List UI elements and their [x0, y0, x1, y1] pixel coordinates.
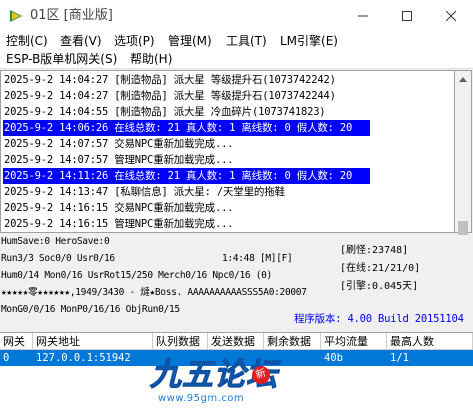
watermark-logo: 九五论坛 www.95gm.com	[150, 357, 320, 407]
menu-manage[interactable]: 管理(M)	[168, 32, 212, 50]
log-line: 2025-9-2 14:04:55 [制造物品] 派大星 冷血碎片(107374…	[4, 106, 326, 118]
app-icon	[10, 10, 22, 22]
menu-bar: 控制(C) 查看(V) 选项(P) 管理(M) 工具(T) LM引擎(E)	[0, 32, 473, 50]
menu-options[interactable]: 选项(P)	[114, 32, 155, 50]
scroll-up-arrow[interactable]	[458, 74, 468, 84]
menu-view[interactable]: 查看(V)	[60, 32, 102, 50]
column-header-sent[interactable]: 发送数据	[208, 333, 264, 350]
engine-counter: [引擎:0.045天]	[340, 281, 419, 292]
status-counts: Hum0/14 Mon0/16 UsrRot15/250 Merch0/16 N…	[1, 270, 272, 281]
status-save: HumSave:0 HeroSave:0	[1, 236, 110, 247]
status-boss-line: ★★★★★零★★★★★★,1949/3430 - 燵★Boss. AAAAAAA…	[1, 287, 307, 298]
menu-bar-secondary: ESP-B版单机网关(S) 帮助(H)	[0, 50, 473, 69]
log-line: 2025-9-2 14:16:15 管理NPC重新加载完成...	[4, 218, 234, 230]
status-monsters: MonG0/0/16 MonP0/16/16 ObjRun0/15	[1, 304, 180, 315]
menu-esp-gateway[interactable]: ESP-B版单机网关(S)	[6, 50, 117, 68]
program-version: 程序版本: 4.00 Build 20151104	[294, 313, 464, 325]
log-line: 2025-9-2 14:04:27 [制造物品] 派大星 等级提升石(10737…	[4, 74, 336, 86]
log-line: 2025-9-2 14:07:57 管理NPC重新加载完成...	[4, 154, 234, 166]
minimize-button[interactable]	[341, 0, 385, 32]
refresh-counter: [刷怪:23748]	[340, 245, 409, 256]
maximize-icon	[402, 11, 412, 21]
scroll-thumb[interactable]	[458, 221, 468, 235]
menu-control[interactable]: 控制(C)	[6, 32, 48, 50]
column-header-remaining[interactable]: 剩余数据	[264, 333, 321, 350]
log-line-highlighted: 2025-9-2 14:11:26 在线总数: 21 真人数: 1 离线数: 0…	[3, 168, 370, 184]
status-uptime: 1:4:48 [M][F]	[222, 253, 293, 264]
menu-help[interactable]: 帮助(H)	[130, 50, 172, 68]
cell-max-users: 1/1	[390, 352, 409, 364]
log-line: 2025-9-2 14:04:27 [制造物品] 派大星 等级提升石(10737…	[4, 90, 336, 102]
log-scrollbar[interactable]	[455, 70, 472, 235]
log-line: 2025-9-2 14:13:47 [私聊信息] 派大星: /天堂里的拖鞋	[4, 186, 285, 198]
menu-lm-engine[interactable]: LM引擎(E)	[280, 32, 338, 50]
status-run: Run3/3 Soc0/0 Usr0/16	[1, 253, 115, 264]
column-header-address[interactable]: 网关地址	[33, 333, 153, 350]
cell-avg-traffic: 40b	[324, 352, 343, 364]
column-header-avg-traffic[interactable]: 平均流量	[321, 333, 387, 350]
column-header-gateway[interactable]: 网关	[0, 333, 33, 350]
minimize-icon	[358, 15, 368, 17]
window-title: 01区 [商业版]	[30, 8, 113, 23]
cell-address: 127.0.0.1:51942	[36, 352, 131, 364]
log-panel[interactable]: 2025-9-2 14:04:27 [制造物品] 派大星 等级提升石(10737…	[0, 70, 455, 233]
watermark-url: www.95gm.com	[158, 393, 245, 404]
log-line-highlighted: 2025-9-2 14:06:26 在线总数: 21 真人数: 1 离线数: 0…	[3, 120, 370, 136]
cell-gateway: 0	[3, 352, 10, 364]
close-button[interactable]	[429, 0, 473, 32]
column-header-max-users[interactable]: 最高人数	[387, 333, 473, 350]
log-line: 2025-9-2 14:07:57 交易NPC重新加载完成...	[4, 138, 234, 150]
arrow-up-icon	[459, 76, 467, 82]
log-line: 2025-9-2 14:16:15 交易NPC重新加载完成...	[4, 202, 234, 214]
online-counter: [在线:21/21/0]	[340, 263, 421, 274]
title-bar: 01区 [商业版]	[0, 0, 473, 32]
maximize-button[interactable]	[385, 0, 429, 32]
close-icon	[446, 11, 456, 21]
menu-tools[interactable]: 工具(T)	[226, 32, 267, 50]
column-header-queue[interactable]: 队列数据	[153, 333, 208, 350]
